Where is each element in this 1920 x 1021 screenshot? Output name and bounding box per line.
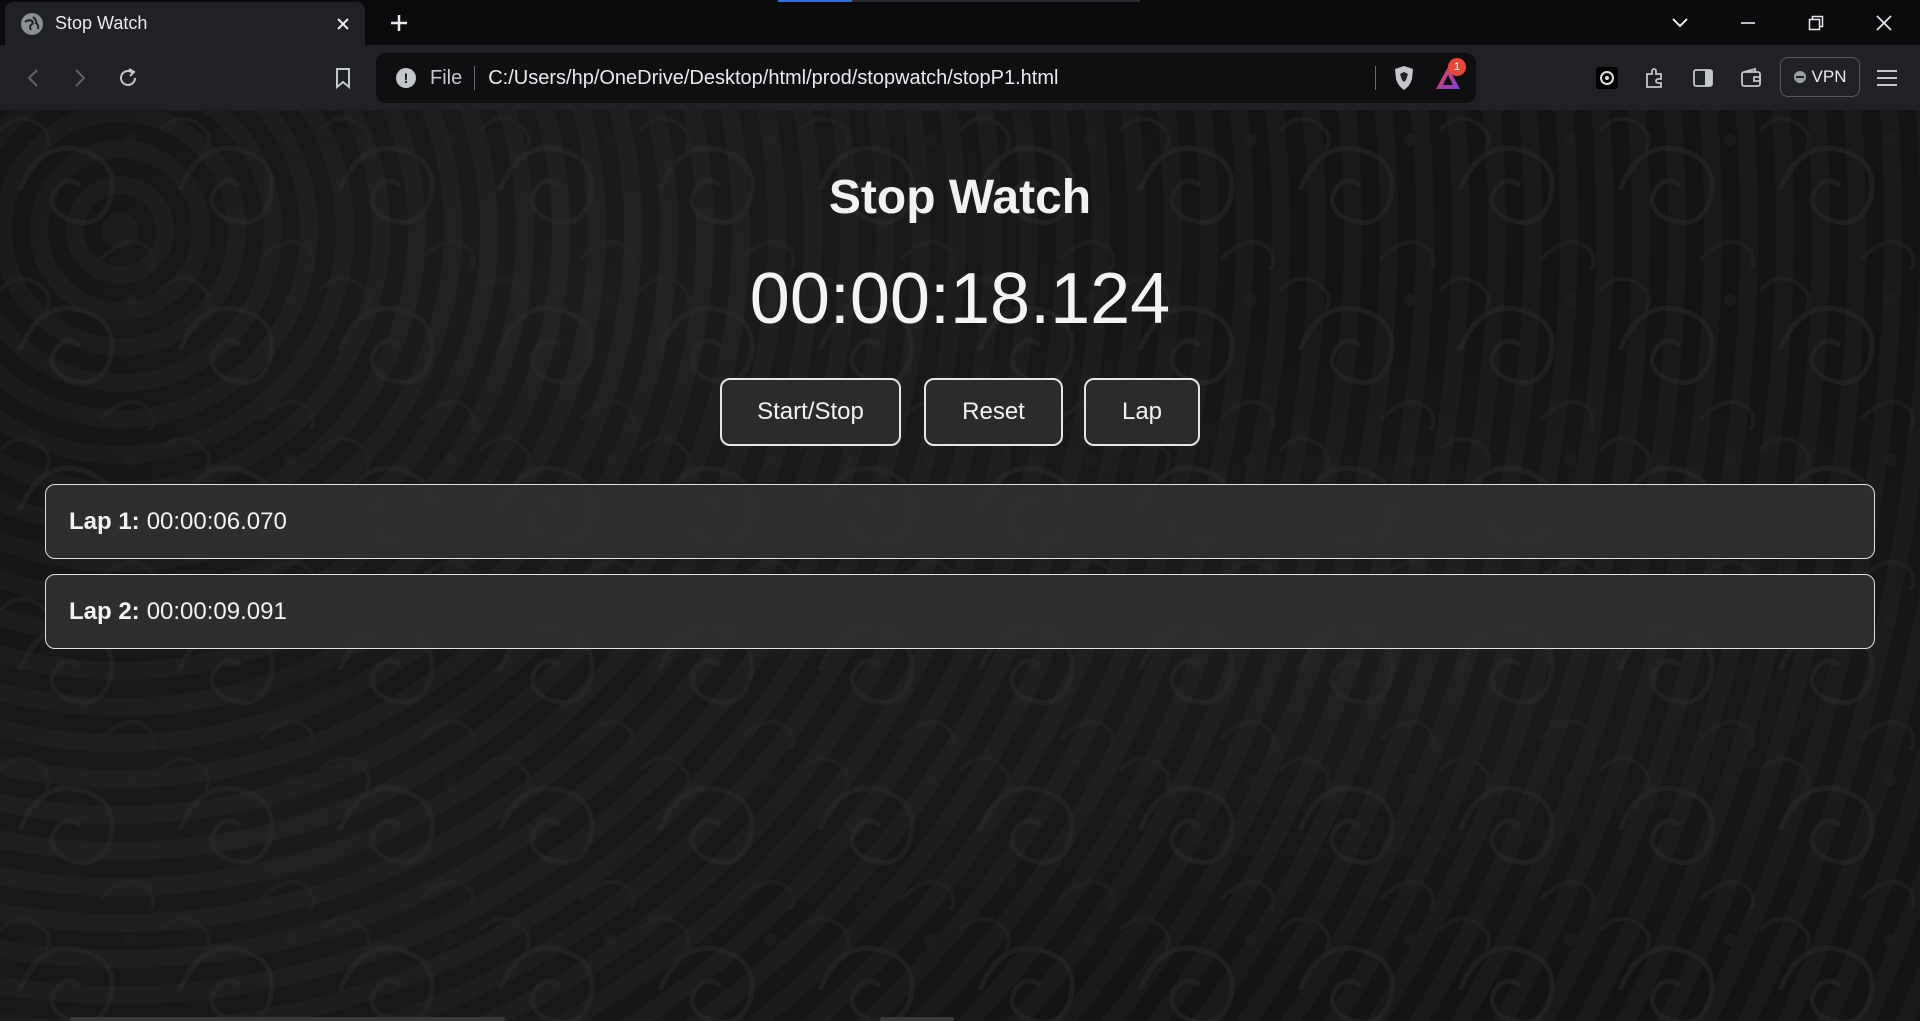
- vpn-button[interactable]: VPN: [1780, 57, 1860, 97]
- lap-list: Lap 1: 00:00:06.070 Lap 2: 00:00:09.091: [45, 484, 1875, 664]
- globe-icon: [21, 12, 43, 35]
- back-button[interactable]: [17, 62, 49, 94]
- address-bar[interactable]: ! File C:/Users/hp/OneDrive/Desktop/html…: [376, 53, 1476, 103]
- address-divider-right: [1375, 66, 1376, 90]
- sidebar-toggle-icon[interactable]: [1686, 61, 1720, 95]
- menu-hamburger-icon[interactable]: [1870, 61, 1904, 95]
- tab-close-icon[interactable]: [329, 10, 357, 38]
- lap-item: Lap 1: 00:00:06.070: [45, 484, 1875, 559]
- brave-rewards-icon[interactable]: 1: [1432, 58, 1466, 94]
- url-scheme-label: File: [430, 66, 463, 89]
- tab-stop-watch[interactable]: Stop Watch: [5, 2, 365, 45]
- reset-button[interactable]: Reset: [924, 378, 1063, 446]
- minimize-button[interactable]: [1714, 0, 1782, 45]
- page-content: Stop Watch 00:00:18.124 Start/Stop Reset…: [0, 110, 1920, 1021]
- tab-title: Stop Watch: [55, 13, 148, 33]
- horizontal-scrollbar-thumb[interactable]: [880, 1017, 954, 1021]
- lap-item: Lap 2: 00:00:09.091: [45, 574, 1875, 649]
- extension-app-icon[interactable]: [1590, 61, 1624, 95]
- url-text[interactable]: C:/Users/hp/OneDrive/Desktop/html/prod/s…: [488, 67, 1375, 90]
- start-stop-button[interactable]: Start/Stop: [720, 378, 901, 446]
- new-tab-button[interactable]: [384, 8, 414, 38]
- brave-shields-icon[interactable]: [1390, 64, 1418, 92]
- reload-button[interactable]: [112, 62, 144, 94]
- wallet-icon[interactable]: [1734, 61, 1768, 95]
- forward-button[interactable]: [64, 62, 96, 94]
- vpn-label: VPN: [1811, 67, 1847, 86]
- tab-search-chevron-icon[interactable]: [1646, 0, 1714, 45]
- vpn-status-icon: [1793, 71, 1806, 83]
- extensions-puzzle-icon[interactable]: [1638, 61, 1672, 95]
- restore-button[interactable]: [1782, 0, 1850, 45]
- lap-time: 00:00:09.091: [146, 597, 287, 625]
- address-divider: [474, 66, 476, 90]
- rewards-badge: 1: [1448, 58, 1466, 76]
- tab-strip: Stop Watch: [0, 0, 1920, 45]
- lap-label: Lap 1:: [69, 507, 140, 535]
- close-window-button[interactable]: [1850, 0, 1918, 45]
- bookmark-icon[interactable]: [327, 62, 359, 94]
- tab-loading-bar: [778, 0, 1140, 2]
- stopwatch-display: 00:00:18.124: [749, 259, 1171, 339]
- control-buttons: Start/Stop Reset Lap: [0, 378, 1920, 448]
- lap-time: 00:00:06.070: [146, 507, 287, 535]
- lap-button[interactable]: Lap: [1084, 378, 1200, 446]
- horizontal-scrollbar[interactable]: [70, 1017, 505, 1021]
- page-title: Stop Watch: [828, 171, 1092, 224]
- site-info-icon[interactable]: !: [396, 68, 416, 88]
- browser-toolbar: ! File C:/Users/hp/OneDrive/Desktop/html…: [0, 45, 1920, 110]
- lap-label: Lap 2:: [69, 597, 140, 625]
